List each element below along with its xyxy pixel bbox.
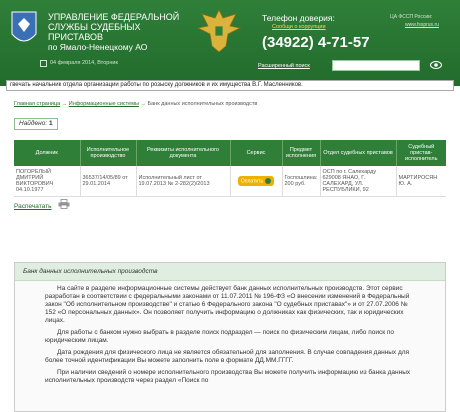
news-ticker[interactable]: гвечать начальник отдела организации раб… bbox=[6, 80, 454, 91]
hotline-number: (34922) 4-71-57 bbox=[262, 34, 370, 51]
cell-bailiff: МАРТИРОСЯН Ю. А. bbox=[396, 166, 446, 197]
fssp-eagle-emblem-icon bbox=[196, 9, 242, 53]
table-header-row: Должник Исполнительное производство Рекв… bbox=[14, 140, 446, 166]
title-line-1: УПРАВЛЕНИЕ ФЕДЕРАЛЬНОЙ bbox=[48, 12, 180, 22]
breadcrumb-separator: → bbox=[138, 101, 148, 107]
info-paragraph: На сайте в разделе информационные систем… bbox=[45, 285, 410, 324]
info-paragraph: При наличии сведений о номере исполнител… bbox=[45, 369, 411, 384]
eye-icon[interactable] bbox=[430, 60, 442, 70]
search-input[interactable] bbox=[332, 60, 420, 71]
results-count: Найдено: 1 bbox=[14, 118, 58, 130]
col-debtor: Должник bbox=[14, 140, 81, 166]
col-bailiff: Судебный пристав-исполнитель bbox=[396, 140, 446, 166]
print-link[interactable]: Распечатать bbox=[14, 203, 52, 210]
breadcrumb-separator: → bbox=[60, 101, 69, 107]
pay-button-label: Оплатить bbox=[240, 177, 264, 184]
central-office-label: ЦА ФССП России: bbox=[390, 14, 433, 20]
advanced-search-link[interactable]: Расширенный поиск bbox=[258, 63, 310, 69]
site-header: УПРАВЛЕНИЕ ФЕДЕРАЛЬНОЙ СЛУЖБЫ СУДЕБНЫХ П… bbox=[0, 0, 460, 86]
breadcrumb-home[interactable]: Главная страница bbox=[14, 101, 60, 107]
title-line-3: по Ямало-Ненецкому АО bbox=[48, 42, 148, 52]
cell-proceeding: 36537/14/05/89 от 29.01.2014 bbox=[80, 166, 137, 197]
col-document: Реквизиты исполнительного документа bbox=[136, 140, 231, 166]
results-table: Должник Исполнительное производство Рекв… bbox=[14, 140, 446, 197]
found-count: 1 bbox=[48, 120, 53, 127]
table-row: ПОГОРЕЛЫЙ ДМИТРИЙ ВИКТОРОВИЧ 04.10.1977 … bbox=[14, 166, 446, 197]
calendar-icon bbox=[40, 60, 47, 67]
info-panel: Банк данных исполнительных производств Н… bbox=[14, 262, 446, 412]
info-panel-heading: Банк данных исполнительных производств bbox=[15, 263, 445, 281]
current-date: 04 февраля 2014, Вторник bbox=[50, 60, 118, 66]
printer-icon[interactable] bbox=[58, 199, 70, 209]
breadcrumb-info-systems[interactable]: Информационные системы bbox=[69, 101, 139, 107]
info-paragraph: Для работы с банком нужно выбрать в разд… bbox=[45, 329, 395, 344]
report-corruption-link[interactable]: Сообщи о коррупции bbox=[272, 24, 326, 30]
cell-document: Исполнительный лист от 19.07.2013 № 2-28… bbox=[136, 166, 231, 197]
col-proceeding: Исполнительное производство bbox=[80, 140, 137, 166]
central-office-link[interactable]: www.fssprus.ru bbox=[405, 22, 439, 28]
cell-subject: Госпошлина: 200 руб. bbox=[282, 166, 321, 197]
pay-button[interactable]: Оплатить bbox=[237, 175, 275, 186]
col-department: Отдел судебных приставов bbox=[320, 140, 397, 166]
info-paragraph: Дата рождения для физического лица не яв… bbox=[45, 349, 410, 364]
col-service: Сервис bbox=[230, 140, 283, 166]
breadcrumb: Главная страница → Информационные систем… bbox=[14, 101, 257, 107]
cell-department: ОСП по г. Салехарду 629008 ЯНАО, Г. САЛЕ… bbox=[320, 166, 397, 197]
col-subject: Предмет исполнения bbox=[282, 140, 321, 166]
hotline-label: Телефон доверия: bbox=[262, 13, 335, 23]
pay-badge-icon bbox=[265, 177, 272, 184]
title-line-2: СЛУЖБЫ СУДЕБНЫХ ПРИСТАВОВ bbox=[48, 22, 141, 42]
cell-service: Оплатить bbox=[230, 166, 283, 197]
yanao-crest-icon bbox=[11, 11, 37, 42]
cell-debtor: ПОГОРЕЛЫЙ ДМИТРИЙ ВИКТОРОВИЧ 04.10.1977 bbox=[14, 166, 81, 197]
found-label: Найдено bbox=[19, 120, 46, 127]
breadcrumb-current: Банк данных исполнительных производств bbox=[147, 101, 258, 107]
agency-title[interactable]: УПРАВЛЕНИЕ ФЕДЕРАЛЬНОЙ СЛУЖБЫ СУДЕБНЫХ П… bbox=[48, 12, 198, 52]
